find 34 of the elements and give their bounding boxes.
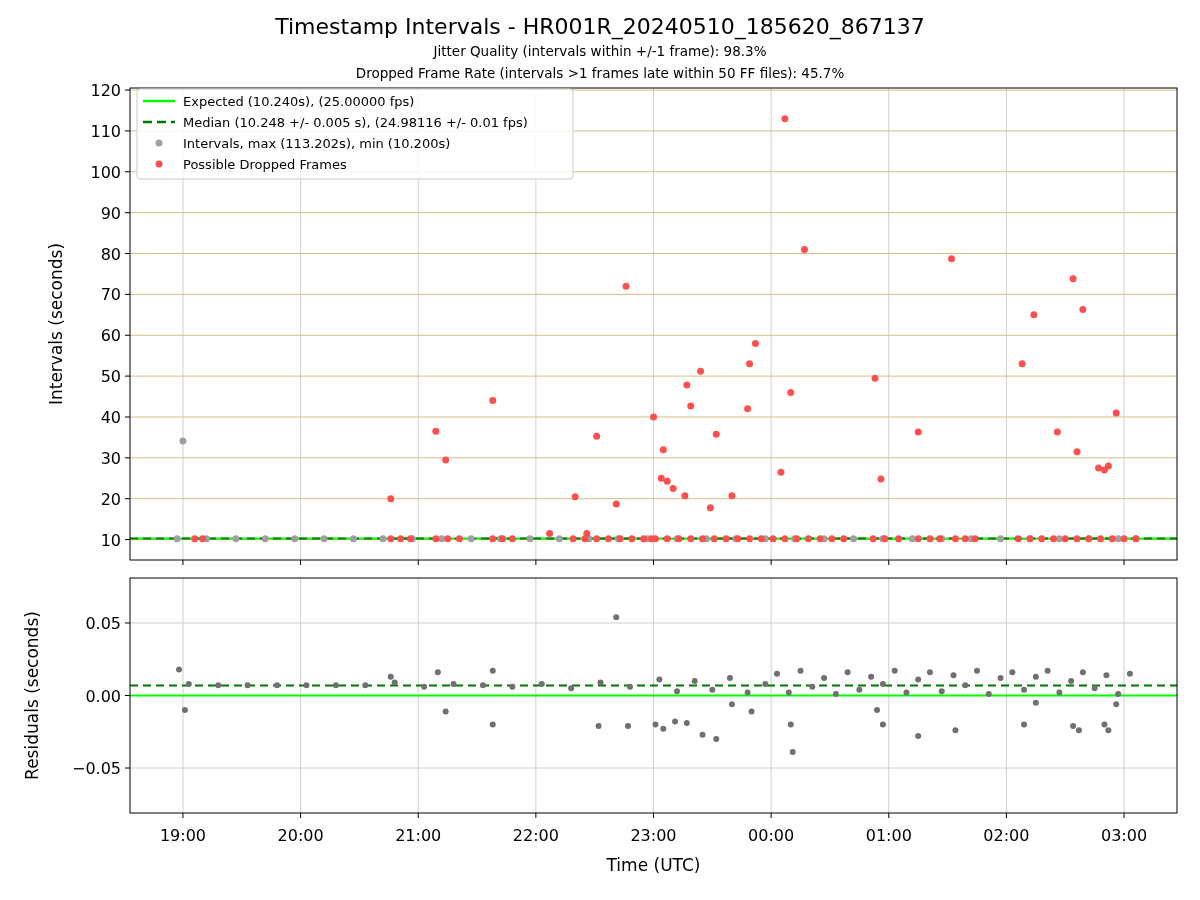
tick-label: 60	[100, 326, 121, 346]
axis-label: Time (UTC)	[606, 855, 701, 875]
tick-label: 100	[90, 162, 121, 182]
tick-label: 50	[100, 367, 121, 387]
tick-label: 0.05	[85, 613, 121, 633]
tick-label: 20:00	[277, 826, 324, 845]
legend-label: Median (10.248 +/- 0.005 s), (24.98116 +/- 0.01 fps)	[183, 114, 528, 130]
legend-label: Possible Dropped Frames	[183, 156, 347, 172]
legend-label: Intervals, max (113.202s), min (10.200s)	[183, 135, 451, 151]
tick-label: 70	[100, 285, 121, 305]
tick-label: 22:00	[512, 826, 559, 845]
tick-label: 21:00	[395, 826, 442, 845]
axis-label: Residuals (seconds)	[22, 611, 42, 780]
tick-label: 30	[100, 448, 121, 468]
tick-label: 20	[100, 489, 121, 509]
chart-subtitle: Dropped Frame Rate (intervals >1 frames late within 50 FF files): 45.7%	[355, 64, 845, 83]
tick-label: 19:00	[159, 826, 206, 845]
tick-label: 23:00	[630, 826, 677, 845]
chart-title: Timestamp Intervals - HR001R_20240510_185620_867137	[275, 14, 925, 40]
tick-label: 120	[90, 81, 121, 101]
tick-label: 00:00	[748, 826, 795, 845]
tick-label: 90	[100, 203, 121, 223]
tick-label: 110	[90, 121, 121, 141]
tick-label: 02:00	[983, 826, 1030, 845]
chart-subtitle: Jitter Quality (intervals within +/-1 frame): 98.3%	[433, 42, 767, 61]
tick-label: 01:00	[865, 826, 912, 845]
legend-label: Expected (10.240s), (25.00000 fps)	[183, 93, 415, 109]
tick-label: −0.05	[71, 759, 121, 779]
tick-label: 10	[100, 530, 121, 550]
tick-label: 0.00	[85, 686, 121, 706]
tick-label: 03:00	[1101, 826, 1148, 845]
tick-label: 40	[100, 407, 121, 427]
tick-label: 80	[100, 244, 121, 264]
axis-label: Intervals (seconds)	[46, 242, 66, 406]
